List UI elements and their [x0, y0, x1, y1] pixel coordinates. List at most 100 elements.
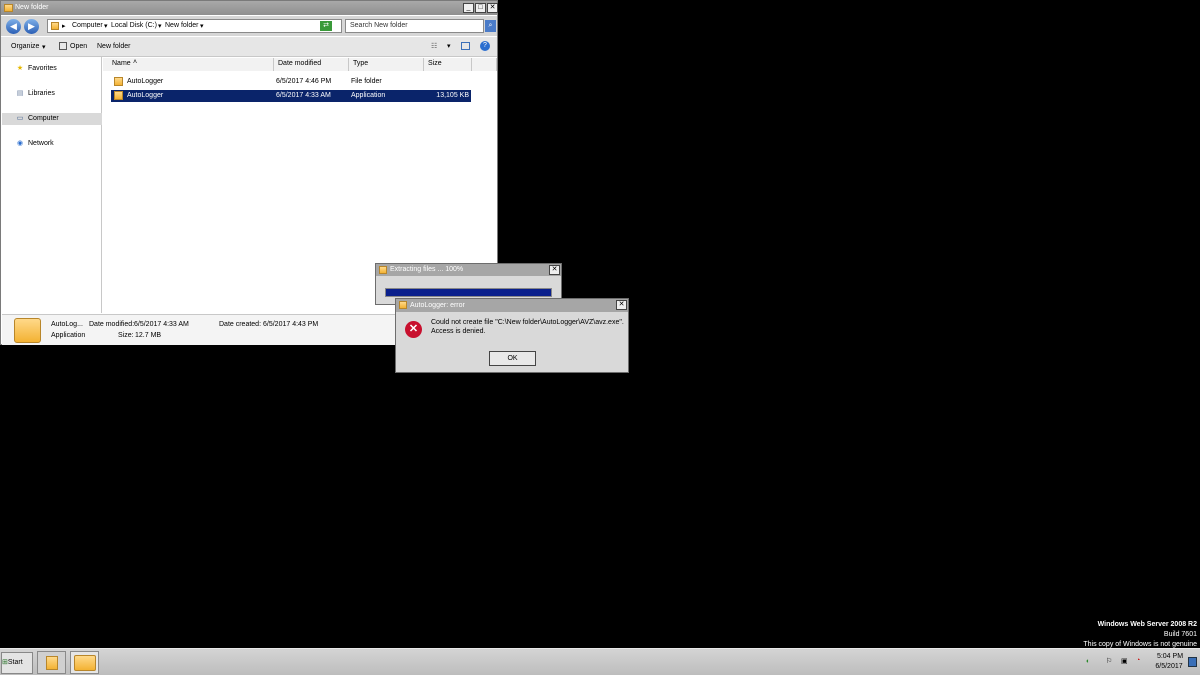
- tray-flag-icon[interactable]: ⚐: [1106, 657, 1112, 665]
- address-bar-area: ◀ ▶ ▸ Computer ▾ Local Disk (C:) ▾ New f…: [1, 16, 497, 36]
- taskbar: ⊞Start ◐ ⚐ ▣ ◔ 5:04 PM 6/5/2017: [0, 648, 1200, 675]
- file-date: 6/5/2017 4:46 PM: [276, 78, 332, 85]
- column-header-size[interactable]: Size: [424, 58, 472, 71]
- file-type: Application: [351, 92, 386, 99]
- address-field[interactable]: ▸ Computer ▾ Local Disk (C:) ▾ New folde…: [47, 19, 342, 33]
- column-label: Type: [353, 60, 369, 67]
- forward-arrow-icon[interactable]: ▶: [24, 19, 39, 34]
- chevron-down-icon[interactable]: ▾: [104, 22, 108, 30]
- column-header-type[interactable]: Type: [349, 58, 424, 71]
- file-name: AutoLogger: [127, 78, 164, 85]
- folder-icon: [114, 77, 123, 86]
- error-icon: ✕: [405, 321, 422, 338]
- tray-volume-icon[interactable]: ◔: [1136, 657, 1140, 664]
- maximize-button[interactable]: □: [475, 3, 486, 13]
- taskbar-explorer-button[interactable]: [37, 651, 66, 674]
- column-label: Date modified: [278, 60, 322, 67]
- column-label: Size: [428, 60, 442, 67]
- star-icon: ★: [16, 65, 24, 72]
- nav-label: Libraries: [28, 90, 55, 97]
- close-button[interactable]: ✕: [487, 3, 498, 13]
- start-button[interactable]: ⊞Start: [1, 652, 33, 674]
- close-button[interactable]: ✕: [616, 300, 627, 310]
- command-toolbar: Organize ▾ Open New folder ☷ ▾ ?: [1, 37, 497, 57]
- tray-date[interactable]: 6/5/2017: [1151, 663, 1187, 670]
- dialog-title-bar[interactable]: Extracting files ... 100% ✕: [376, 264, 561, 276]
- details-size-value: 12.7 MB: [135, 332, 162, 339]
- search-placeholder: Search New folder: [350, 22, 408, 29]
- chevron-down-icon[interactable]: ▾: [447, 42, 451, 50]
- error-dialog: AutoLogger: error ✕ ✕ Could not create f…: [395, 298, 629, 373]
- app-icon: [59, 42, 67, 50]
- search-icon[interactable]: ⌕: [485, 20, 496, 32]
- watermark-edition: Windows Web Server 2008 R2: [1097, 621, 1197, 628]
- folder-icon: [4, 4, 13, 12]
- network-icon: ◉: [16, 140, 24, 147]
- details-modified-label: Date modified:: [89, 321, 135, 328]
- open-button[interactable]: Open: [70, 43, 87, 50]
- breadcrumb-computer[interactable]: Computer: [72, 22, 103, 29]
- minimize-button[interactable]: _: [463, 3, 474, 13]
- details-name: AutoLog...: [51, 321, 83, 328]
- breadcrumb-new-folder[interactable]: New folder: [165, 22, 198, 29]
- file-name: AutoLogger: [127, 92, 164, 99]
- start-label: Start: [7, 659, 23, 666]
- breadcrumb-local-disk[interactable]: Local Disk (C:): [111, 22, 157, 29]
- title-bar[interactable]: New folder _ □ ✕: [1, 1, 498, 15]
- nav-item-network[interactable]: ◉ Network: [2, 138, 102, 150]
- application-icon: [74, 655, 96, 671]
- new-folder-button[interactable]: New folder: [97, 43, 130, 50]
- progress-bar: [385, 288, 552, 297]
- column-header-date[interactable]: Date modified: [274, 58, 349, 71]
- ok-button[interactable]: OK: [489, 351, 536, 366]
- details-created-label: Date created:: [219, 321, 262, 328]
- column-header-spacer: [472, 58, 497, 71]
- file-date: 6/5/2017 4:33 AM: [276, 92, 331, 99]
- progress-fill: [386, 289, 551, 296]
- organize-button[interactable]: Organize: [11, 43, 39, 50]
- file-type: File folder: [351, 78, 382, 85]
- computer-icon: ▭: [16, 115, 24, 122]
- app-icon: [399, 301, 407, 309]
- tray-antivirus-icon[interactable]: ◐: [1086, 658, 1090, 665]
- breadcrumb-separator-icon: ▸: [62, 23, 66, 30]
- application-icon: [114, 91, 123, 100]
- dialog-title: AutoLogger: error: [410, 302, 465, 309]
- table-row[interactable]: AutoLogger 6/5/2017 4:46 PM File folder: [111, 76, 471, 88]
- windows-watermark: Windows Web Server 2008 R2 Build 7601 Th…: [1083, 620, 1197, 650]
- tray-network-icon[interactable]: ▣: [1121, 657, 1128, 665]
- back-arrow-icon[interactable]: ◀: [6, 19, 21, 34]
- search-input[interactable]: Search New folder: [345, 19, 484, 33]
- chevron-down-icon[interactable]: ▾: [42, 43, 46, 51]
- show-desktop-icon[interactable]: [1188, 657, 1197, 667]
- error-message-line2: Access is denied.: [431, 328, 486, 335]
- navigation-pane: ★ Favorites ▤ Libraries ▭ Computer ◉ Net…: [2, 57, 102, 313]
- chevron-down-icon[interactable]: ▾: [158, 22, 162, 30]
- nav-label: Favorites: [28, 65, 57, 72]
- help-icon[interactable]: ?: [480, 41, 490, 51]
- tray-time[interactable]: 5:04 PM: [1155, 653, 1185, 660]
- error-message-line1: Could not create file "C:\New folder\Aut…: [431, 319, 624, 326]
- chevron-down-icon[interactable]: ▾: [200, 22, 204, 30]
- nav-item-libraries[interactable]: ▤ Libraries: [2, 88, 102, 100]
- window-title: New folder: [15, 4, 49, 11]
- preview-pane-icon[interactable]: [461, 42, 470, 50]
- folder-icon: [46, 656, 58, 670]
- dialog-title-bar[interactable]: AutoLogger: error ✕: [396, 299, 628, 312]
- taskbar-autologger-button[interactable]: [70, 651, 99, 674]
- refresh-icon[interactable]: ⇄: [320, 21, 332, 31]
- close-button[interactable]: ✕: [549, 265, 560, 275]
- nav-label: Network: [28, 140, 54, 147]
- column-header-name[interactable]: Name ˄: [103, 58, 274, 71]
- folder-icon: [51, 22, 59, 30]
- sort-up-icon: ˄: [133, 59, 138, 66]
- view-icon[interactable]: ☷: [431, 42, 437, 50]
- file-size: 13,105 KB: [436, 92, 469, 99]
- table-row-selected[interactable]: AutoLogger 6/5/2017 4:33 AM Application …: [111, 90, 471, 102]
- nav-item-favorites[interactable]: ★ Favorites: [2, 63, 102, 75]
- application-large-icon: [14, 318, 41, 343]
- library-icon: ▤: [16, 90, 24, 97]
- details-size-label: Size:: [118, 332, 134, 339]
- nav-item-computer[interactable]: ▭ Computer: [2, 113, 102, 125]
- details-modified-value: 6/5/2017 4:33 AM: [134, 321, 189, 328]
